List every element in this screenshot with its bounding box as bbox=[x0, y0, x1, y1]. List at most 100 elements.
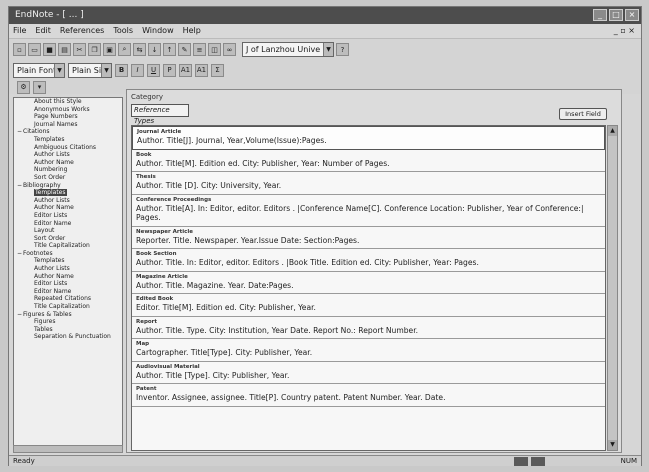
template-text[interactable]: Author. Title. Magazine. Year. Date:Page… bbox=[136, 281, 601, 291]
new-icon[interactable]: ▫ bbox=[13, 43, 26, 56]
tree-item[interactable]: Sort Order bbox=[14, 235, 122, 243]
tree-item[interactable]: Ambiguous Citations bbox=[14, 144, 122, 152]
subscript-button[interactable]: A1 bbox=[195, 63, 208, 77]
scroll-up-icon[interactable]: ▲ bbox=[608, 126, 617, 136]
template-entry[interactable]: Map Cartographer. Title[Type]. City: Publ… bbox=[132, 339, 605, 362]
tree-item[interactable]: Templates bbox=[14, 257, 122, 265]
menu-window[interactable]: Window bbox=[142, 24, 174, 38]
open-icon[interactable]: ▭ bbox=[28, 43, 41, 56]
template-entry[interactable]: Book Author. Title[M]. Edition ed. City: … bbox=[132, 150, 605, 172]
menu-file[interactable]: File bbox=[13, 24, 26, 38]
insert-citation-icon[interactable]: ✎ bbox=[178, 43, 191, 56]
tree-item[interactable]: Editor Lists bbox=[14, 212, 122, 220]
template-text[interactable]: Inventor. Assignee, assignee. Title[P]. … bbox=[136, 393, 601, 403]
template-text[interactable]: Reporter. Title. Newspaper. Year.Issue D… bbox=[136, 236, 601, 246]
template-entry[interactable]: Magazine Article Author. Title. Magazine.… bbox=[132, 272, 605, 294]
size-select[interactable]: Plain Size ▼ bbox=[68, 62, 112, 78]
template-entry[interactable]: Edited Book Editor. Title[M]. Edition ed.… bbox=[132, 294, 605, 317]
tree-item[interactable]: Repeated Citations bbox=[14, 295, 122, 303]
style-tree[interactable]: About this Style Anonymous Works Page Numb… bbox=[13, 97, 123, 449]
superscript-button[interactable]: A1 bbox=[179, 63, 192, 77]
format-bibliography-icon[interactable]: ≡ bbox=[193, 43, 206, 56]
tree-item[interactable]: Figures bbox=[14, 318, 122, 326]
chevron-down-icon[interactable]: ▼ bbox=[323, 43, 333, 56]
tree-item[interactable]: Tables bbox=[14, 326, 122, 334]
tree-item[interactable]: −Bibliography bbox=[14, 182, 122, 190]
export-icon[interactable]: ↑ bbox=[163, 43, 176, 56]
font-select[interactable]: Plain Font ▼ bbox=[13, 62, 65, 78]
paste-icon[interactable]: ▣ bbox=[103, 43, 116, 56]
template-text[interactable]: Cartographer. Title[Type]. City: Publish… bbox=[136, 348, 601, 358]
help-button[interactable]: ? bbox=[336, 43, 349, 56]
tree-item[interactable]: Editor Name bbox=[14, 220, 122, 228]
plain-button[interactable]: P bbox=[163, 63, 176, 77]
tree-item[interactable]: Author Lists bbox=[14, 265, 122, 273]
dropdown-icon[interactable]: ▾ bbox=[33, 80, 46, 94]
template-text[interactable]: Author. Title[M]. Edition ed. City: Publ… bbox=[136, 159, 601, 169]
tree-item[interactable]: Sort Order bbox=[14, 174, 122, 182]
template-entry[interactable]: Newspaper Article Reporter. Title. Newspa… bbox=[132, 227, 605, 249]
template-editor[interactable]: Journal Article Author. Title[J]. Journal… bbox=[131, 125, 606, 451]
template-text[interactable]: Author. Title. Type. City: Institution, … bbox=[136, 326, 601, 336]
template-text[interactable]: Author. Title. In: Editor, editor. Edito… bbox=[136, 258, 601, 268]
template-entry[interactable]: Thesis Author. Title [D]. City: Universit… bbox=[132, 172, 605, 195]
tree-item[interactable]: Editor Name bbox=[14, 288, 122, 296]
tree-item[interactable]: Author Lists bbox=[14, 197, 122, 205]
template-text[interactable]: Author. Title [Type]. City: Publisher, Y… bbox=[136, 371, 601, 381]
maximize-icon[interactable]: □ bbox=[609, 9, 623, 21]
tree-item[interactable]: Templates bbox=[14, 189, 122, 197]
tree-item[interactable]: Title Capitalization bbox=[14, 303, 122, 311]
symbol-button[interactable]: Σ bbox=[211, 63, 224, 77]
tree-item[interactable]: −Footnotes bbox=[14, 250, 122, 258]
tree-item[interactable]: Author Name bbox=[14, 159, 122, 167]
tree-item[interactable]: Layout bbox=[14, 227, 122, 235]
scroll-down-icon[interactable]: ▼ bbox=[608, 440, 617, 450]
chevron-down-icon[interactable]: ▼ bbox=[54, 63, 64, 77]
preview-icon[interactable]: ◫ bbox=[208, 43, 221, 56]
save-icon[interactable]: ■ bbox=[43, 43, 56, 56]
tree-item[interactable]: Anonymous Works bbox=[14, 106, 122, 114]
bold-button[interactable]: B bbox=[115, 63, 128, 77]
template-entry[interactable]: Book Section Author. Title. In: Editor, e… bbox=[132, 249, 605, 272]
tree-item[interactable]: Author Name bbox=[14, 204, 122, 212]
chevron-down-icon[interactable]: ▼ bbox=[101, 63, 111, 77]
menu-edit[interactable]: Edit bbox=[35, 24, 51, 38]
mdi-controls[interactable]: _ ▫ × bbox=[614, 24, 635, 38]
search-icon[interactable]: ⌕ bbox=[118, 43, 131, 56]
vertical-scrollbar[interactable]: ▲ ▼ bbox=[607, 125, 618, 451]
tree-item[interactable]: −Citations bbox=[14, 128, 122, 136]
tree-item[interactable]: −Figures & Tables bbox=[14, 311, 122, 319]
style-settings-icon[interactable]: ⚙ bbox=[17, 80, 30, 94]
tree-item[interactable]: Page Numbers bbox=[14, 113, 122, 121]
template-text[interactable]: Editor. Title[M]. Edition ed. City: Publ… bbox=[136, 303, 601, 313]
close-icon[interactable]: × bbox=[625, 9, 639, 21]
link-icon[interactable]: ∞ bbox=[223, 43, 236, 56]
tree-horizontal-scrollbar[interactable] bbox=[13, 445, 123, 453]
insert-field-button[interactable]: Insert Field bbox=[559, 108, 607, 120]
template-text[interactable]: Author. Title[J]. Journal, Year,Volume(I… bbox=[137, 136, 600, 146]
tree-item[interactable]: Separation & Punctuation bbox=[14, 333, 122, 341]
connect-icon[interactable]: ⇆ bbox=[133, 43, 146, 56]
menu-references[interactable]: References bbox=[60, 24, 104, 38]
cut-icon[interactable]: ✂ bbox=[73, 43, 86, 56]
template-text[interactable]: Author. Title [D]. City: University, Yea… bbox=[136, 181, 601, 191]
tree-item[interactable]: Journal Names bbox=[14, 121, 122, 129]
tree-item[interactable]: Editor Lists bbox=[14, 280, 122, 288]
copy-icon[interactable]: ❐ bbox=[88, 43, 101, 56]
template-entry[interactable]: Report Author. Title. Type. City: Institu… bbox=[132, 317, 605, 339]
reference-type-button[interactable]: Reference Types bbox=[131, 104, 189, 125]
italic-button[interactable]: I bbox=[131, 63, 144, 77]
template-entry[interactable]: Audiovisual Material Author. Title [Type]… bbox=[132, 362, 605, 384]
template-entry[interactable]: Journal Article Author. Title[J]. Journal… bbox=[132, 126, 605, 150]
tree-item[interactable]: Numbering bbox=[14, 166, 122, 174]
tree-item[interactable]: Author Lists bbox=[14, 151, 122, 159]
menu-tools[interactable]: Tools bbox=[113, 24, 133, 38]
template-text[interactable]: Author. Title[A]. In: Editor, editor. Ed… bbox=[136, 204, 601, 223]
tree-item[interactable]: Title Capitalization bbox=[14, 242, 122, 250]
library-style-select[interactable]: J of Lanzhou Unive ▼ bbox=[242, 42, 334, 57]
import-icon[interactable]: ↓ bbox=[148, 43, 161, 56]
tree-item[interactable]: About this Style bbox=[14, 98, 122, 106]
underline-button[interactable]: U bbox=[147, 63, 160, 77]
print-icon[interactable]: ▤ bbox=[58, 43, 71, 56]
tree-item[interactable]: Templates bbox=[14, 136, 122, 144]
